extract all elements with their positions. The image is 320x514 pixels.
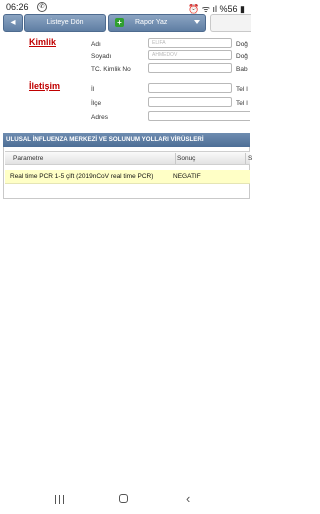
toolbar-overflow (210, 14, 251, 32)
write-report-button[interactable]: + Rapor Yaz (108, 14, 206, 32)
table-row[interactable]: Real time PCR 1-5 çift (2019nCoV real ti… (5, 170, 250, 184)
cell-parametre: Real time PCR 1-5 çift (2019nCoV real ti… (10, 173, 154, 180)
column-header-s[interactable]: S (248, 155, 252, 162)
recent-apps-icon[interactable] (55, 495, 65, 504)
whatsapp-icon: ✆ (37, 2, 47, 12)
column-separator (175, 153, 176, 164)
panel-title: ULUSAL İNFLUENZA MERKEZİ VE SOLUNUM YOLL… (3, 133, 250, 147)
tc-id-field[interactable] (148, 63, 232, 73)
identity-section-title: Kimlik (29, 37, 57, 47)
first-name-label: Adı (91, 41, 101, 48)
left-arrow-icon[interactable]: ◂ (3, 14, 23, 32)
plus-icon: + (115, 18, 124, 27)
table-header: Parametre Sonuç S (5, 151, 252, 165)
last-name-label: Soyadı (91, 53, 112, 60)
system-nav-bar: ‹ (0, 486, 250, 514)
back-to-list-label: Listeye Dön (46, 19, 84, 26)
status-bar: 06:26 ✆ ⏰ ᯤ ıl %56 ▮ (0, 0, 250, 14)
contact-section-title: İletişim (29, 81, 61, 91)
address-label: Adres (91, 114, 108, 121)
back-icon[interactable]: ‹ (186, 491, 190, 506)
column-header-parametre[interactable]: Parametre (13, 155, 43, 162)
city-label: İl (91, 86, 95, 93)
back-to-list-button[interactable]: Listeye Dön (24, 14, 106, 32)
write-report-label: Rapor Yaz (135, 19, 168, 26)
toolbar: ◂ Listeye Dön + Rapor Yaz (0, 14, 251, 32)
address-field[interactable] (148, 111, 250, 121)
district-label: İlçe (91, 100, 102, 107)
last-name-field[interactable]: AHMEDOV (148, 50, 232, 60)
birth-date-label: Doğ (236, 41, 248, 48)
phone-label-1: Tel I (236, 86, 248, 93)
cell-sonuc: NEGATIF (173, 173, 201, 180)
tc-id-label: TC. Kimlik No (91, 66, 131, 73)
dropdown-arrow-icon[interactable] (194, 20, 200, 24)
district-field[interactable] (148, 97, 232, 107)
city-field[interactable] (148, 83, 232, 93)
father-name-label: Bab (236, 66, 248, 73)
home-icon[interactable] (119, 494, 128, 503)
column-separator (245, 153, 246, 164)
status-time: 06:26 (6, 2, 29, 12)
column-header-sonuc[interactable]: Sonuç (177, 155, 195, 162)
birth-place-label: Doğ (236, 53, 248, 60)
phone-label-2: Tel I (236, 100, 248, 107)
first-name-field[interactable]: ELIFA (148, 38, 232, 48)
